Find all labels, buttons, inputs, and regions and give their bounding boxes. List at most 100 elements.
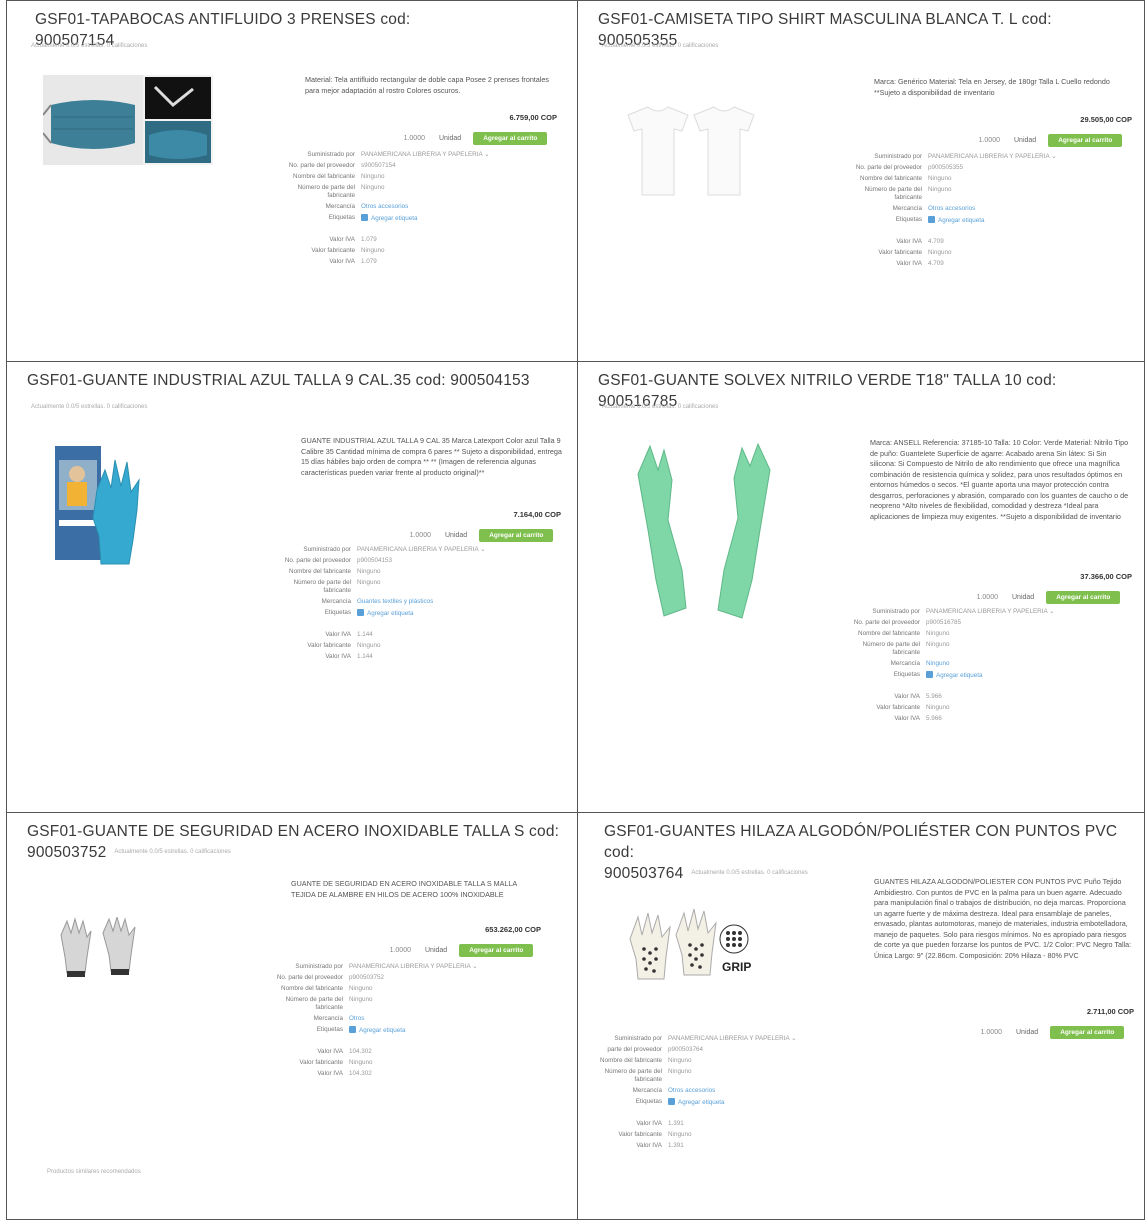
detail-label: Valor IVA xyxy=(325,631,351,638)
product-card-guante-azul: GSF01-GUANTE INDUSTRIAL AZUL TALLA 9 CAL… xyxy=(6,361,578,813)
detail-value-text: Ninguno xyxy=(926,641,950,648)
add-to-cart-button[interactable]: Agregar al carrito xyxy=(1046,590,1121,604)
tag-icon xyxy=(357,609,364,616)
detail-label: Número de parte del fabricante xyxy=(864,186,922,201)
detail-row: Etiquetas Agregar etiqueta xyxy=(582,1098,796,1107)
detail-value[interactable]: PANAMERICANA LIBRERIA Y PAPELERIA ⌄ xyxy=(926,608,1054,616)
product-rating: Actualmente 0.0/5 estrellas. 0 calificac… xyxy=(691,870,808,877)
detail-label: Mercancía xyxy=(325,203,355,210)
detail-row: Etiquetas Agregar etiqueta xyxy=(840,671,1054,680)
detail-link[interactable]: Guantes textiles y plásticos xyxy=(357,598,433,606)
product-price: 2.711,00 COP xyxy=(1086,1007,1134,1016)
detail-row: No. parte del proveedor p900503752 xyxy=(263,974,477,982)
detail-value[interactable]: PANAMERICANA LIBRERIA Y PAPELERIA ⌄ xyxy=(668,1035,796,1043)
detail-link[interactable]: Agregar etiqueta xyxy=(928,216,985,225)
title-line-1: GSF01-GUANTE DE SEGURIDAD EN ACERO INOXI… xyxy=(27,823,560,840)
detail-link[interactable]: Otros accesorios xyxy=(361,203,408,211)
detail-row: Mercancía Otros accesorios xyxy=(582,1087,796,1095)
detail-row: Número de parte del fabricante Ninguno xyxy=(582,1068,796,1084)
detail-row: Valor fabricante Ninguno xyxy=(275,247,489,255)
product-details: Suministrado por PANAMERICANA LIBRERIA Y … xyxy=(275,151,490,269)
detail-link[interactable]: Otros accesorios xyxy=(928,205,975,213)
detail-value: 1.144 xyxy=(357,653,373,661)
product-details: Suministrado por PANAMERICANA LIBRERIA Y … xyxy=(263,963,478,1081)
quantity-input[interactable]: 1.0000 xyxy=(403,532,431,539)
detail-value: Ninguno xyxy=(361,173,384,181)
quantity-input[interactable]: 1.0000 xyxy=(397,135,425,142)
detail-value-text: 4.709 xyxy=(928,260,944,267)
detail-value-text: 5.966 xyxy=(926,693,942,700)
detail-label: Número de parte del fabricante xyxy=(297,184,355,199)
tag-icon xyxy=(926,671,933,678)
detail-value[interactable]: PANAMERICANA LIBRERIA Y PAPELERIA ⌄ xyxy=(361,151,489,159)
product-details: Suministrado por PANAMERICANA LIBRERIA Y … xyxy=(840,608,1055,726)
unit-label: Unidad xyxy=(1012,593,1035,601)
detail-row: No. parte del proveedor p900516785 xyxy=(840,619,1054,627)
detail-link[interactable]: Otros xyxy=(349,1015,364,1023)
title-line-2: 900503752 xyxy=(27,844,107,861)
detail-value-text: Agregar etiqueta xyxy=(367,610,414,617)
add-to-cart-button[interactable]: Agregar al carrito xyxy=(473,131,548,145)
detail-row: Etiquetas Agregar etiqueta xyxy=(271,609,485,618)
similar-products-link[interactable]: Productos similares recomendados xyxy=(47,1169,141,1175)
detail-value-text: Ninguno xyxy=(668,1131,692,1138)
detail-row: Mercancía Otros accesorios xyxy=(842,205,1056,213)
detail-value-text: Otros accesorios xyxy=(928,205,976,212)
details-spacer xyxy=(271,621,485,631)
detail-label: Suministrado por xyxy=(874,153,922,160)
detail-value-text: PANAMERICANA LIBRERIA Y PAPELERIA ⌄ xyxy=(361,151,490,158)
detail-row: Suministrado por PANAMERICANA LIBRERIA Y … xyxy=(840,608,1054,616)
detail-value-text: 1.144 xyxy=(357,653,373,660)
product-title[interactable]: GSF01-GUANTES HILAZA ALGODÓN/POLIÉSTER C… xyxy=(604,821,1134,884)
detail-value: Ninguno xyxy=(349,985,372,993)
detail-value: p900503752 xyxy=(349,974,384,982)
detail-row: Nombre del fabricante Ninguno xyxy=(582,1057,796,1065)
title-line-1: GSF01-GUANTES HILAZA ALGODÓN/POLIÉSTER C… xyxy=(604,823,1118,861)
detail-value[interactable]: PANAMERICANA LIBRERIA Y PAPELERIA ⌄ xyxy=(928,153,1056,161)
detail-value-text: Ninguno xyxy=(928,186,952,193)
detail-label: Mercancía xyxy=(632,1087,662,1094)
product-rating: Actualmente 0.0/5 estrellas. 0 calificac… xyxy=(31,43,148,49)
detail-link[interactable]: Agregar etiqueta xyxy=(357,609,414,618)
product-title[interactable]: GSF01-GUANTE DE SEGURIDAD EN ACERO INOXI… xyxy=(27,821,567,863)
detail-value: s900507154 xyxy=(361,162,396,170)
quantity-input[interactable]: 1.0000 xyxy=(970,594,998,601)
add-to-cart-button[interactable]: Agregar al carrito xyxy=(1050,1025,1125,1039)
add-to-cart-button[interactable]: Agregar al carrito xyxy=(479,528,554,542)
detail-row: Suministrado por PANAMERICANA LIBRERIA Y … xyxy=(263,963,477,971)
detail-label: Valor IVA xyxy=(896,260,922,267)
product-image xyxy=(634,440,774,624)
detail-label: Valor IVA xyxy=(317,1048,343,1055)
quantity-input[interactable]: 1.0000 xyxy=(383,947,411,954)
detail-link[interactable]: Otros accesorios xyxy=(668,1087,715,1095)
quantity-input[interactable]: 1.0000 xyxy=(972,137,1000,144)
add-to-cart-button[interactable]: Agregar al carrito xyxy=(1048,133,1123,147)
detail-label: Número de parte del fabricante xyxy=(285,996,343,1011)
detail-value: 4.709 xyxy=(928,260,944,268)
product-image xyxy=(51,440,151,572)
product-price: 6.759,00 COP xyxy=(509,113,557,122)
detail-value[interactable]: PANAMERICANA LIBRERIA Y PAPELERIA ⌄ xyxy=(349,963,477,971)
detail-row: Suministrado por PANAMERICANA LIBRERIA Y … xyxy=(275,151,489,159)
detail-label: Nombre del fabricante xyxy=(600,1057,662,1064)
product-title[interactable]: GSF01-GUANTE INDUSTRIAL AZUL TALLA 9 CAL… xyxy=(27,370,567,391)
detail-row: Valor IVA 1.079 xyxy=(275,258,489,266)
detail-link[interactable]: Agregar etiqueta xyxy=(349,1026,406,1035)
detail-label: No. parte del proveedor xyxy=(276,974,343,981)
product-details: Suministrado por PANAMERICANA LIBRERIA Y … xyxy=(271,546,486,664)
detail-label: Mercancía xyxy=(313,1015,343,1022)
quantity-input[interactable]: 1.0000 xyxy=(974,1029,1002,1036)
detail-link[interactable]: Ninguno xyxy=(926,660,949,668)
add-to-cart-button[interactable]: Agregar al carrito xyxy=(459,943,534,957)
tag-icon xyxy=(928,216,935,223)
detail-link[interactable]: Agregar etiqueta xyxy=(361,214,418,223)
detail-link[interactable]: Agregar etiqueta xyxy=(668,1098,725,1107)
detail-link[interactable]: Agregar etiqueta xyxy=(926,671,983,680)
detail-label: Valor fabricante xyxy=(311,247,355,254)
detail-label: No. parte del proveedor xyxy=(284,557,351,564)
detail-value[interactable]: PANAMERICANA LIBRERIA Y PAPELERIA ⌄ xyxy=(357,546,485,554)
detail-label: Número de parte del fabricante xyxy=(604,1068,662,1083)
detail-row: Mercancía Guantes textiles y plásticos xyxy=(271,598,485,606)
detail-value: Ninguno xyxy=(668,1131,691,1139)
product-card-guante-acero: GSF01-GUANTE DE SEGURIDAD EN ACERO INOXI… xyxy=(6,812,578,1220)
